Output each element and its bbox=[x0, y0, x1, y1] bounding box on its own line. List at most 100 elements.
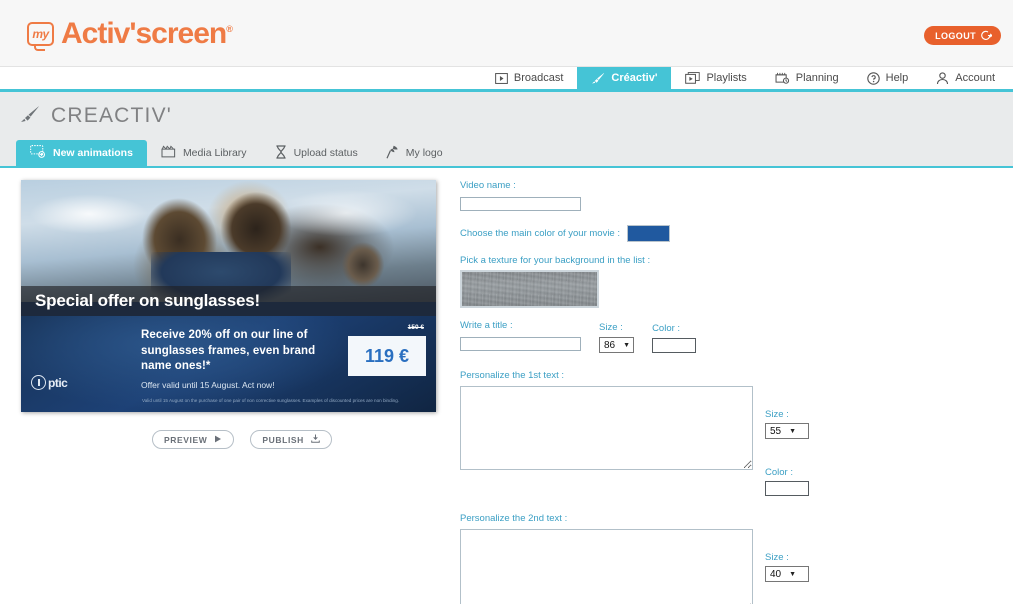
title-color-label: Color : bbox=[652, 323, 681, 334]
main-navigation: Broadcast Créactiv' Playlists Planning H… bbox=[0, 67, 1013, 92]
text2-size-value: 40 bbox=[770, 568, 782, 580]
title-label: Write a title : bbox=[460, 320, 513, 331]
title-input[interactable] bbox=[460, 336, 581, 351]
title-size-field: Size : 86 ▼ bbox=[599, 322, 635, 353]
preview-body: ptic Receive 20% off on our line of sung… bbox=[21, 316, 436, 412]
texture-swatch[interactable] bbox=[460, 270, 599, 308]
calendar-clock-icon bbox=[775, 72, 790, 84]
advertiser-logo-text: ptic bbox=[48, 375, 68, 390]
preview-button[interactable]: PREVIEW bbox=[152, 430, 235, 449]
nav-item-account[interactable]: Account bbox=[922, 67, 1009, 89]
text1-textarea[interactable] bbox=[460, 386, 753, 470]
nav-label: Planning bbox=[795, 72, 839, 84]
preview-column: Special offer on sunglasses! ptic Receiv… bbox=[0, 180, 452, 588]
publish-button[interactable]: PUBLISH bbox=[250, 430, 332, 449]
text1-label: Personalize the 1st text : bbox=[460, 370, 565, 381]
my-badge-icon: my bbox=[27, 22, 54, 51]
content-area: Special offer on sunglasses! ptic Receiv… bbox=[0, 168, 1013, 604]
title-group: Write a title : Size : 86 ▼ Color : bbox=[460, 320, 1013, 353]
text1-group: Personalize the 1st text : Size : 55 ▼ C… bbox=[460, 370, 1013, 496]
main-color-group: Choose the main color of your movie : bbox=[460, 225, 1013, 242]
nav-label: Account bbox=[955, 72, 995, 84]
text1-row: Size : 55 ▼ Color : bbox=[460, 386, 1013, 496]
sub-tab-my-logo[interactable]: My logo bbox=[372, 140, 457, 166]
preview-subtext: Receive 20% off on our line of sunglasse… bbox=[141, 329, 316, 373]
sub-tab-label: Upload status bbox=[293, 147, 358, 159]
page-title-band: CREACTIV' bbox=[0, 92, 1013, 140]
main-color-label: Choose the main color of your movie : bbox=[460, 228, 620, 239]
upload-tray-icon bbox=[311, 434, 320, 445]
page-title: CREACTIV' bbox=[51, 104, 172, 127]
hourglass-icon bbox=[275, 144, 287, 162]
nav-label: Créactiv' bbox=[611, 72, 658, 84]
chevron-down-icon: ▼ bbox=[623, 341, 631, 349]
preview-button-label: PREVIEW bbox=[164, 434, 208, 445]
preview-validity: Offer valid until 15 August. Act now! bbox=[141, 380, 275, 390]
sub-tab-new-animations[interactable]: New animations bbox=[16, 140, 147, 166]
form-column: Video name : Choose the main color of yo… bbox=[452, 180, 1013, 604]
texture-label: Pick a texture for your background in th… bbox=[460, 255, 651, 266]
logout-arrow-icon bbox=[981, 30, 992, 41]
app-logo[interactable]: my Activ'screen® bbox=[27, 17, 233, 51]
text1-side-controls: Size : 55 ▼ Color : bbox=[765, 386, 809, 496]
texture-group: Pick a texture for your background in th… bbox=[460, 255, 1013, 308]
text2-size-label: Size : bbox=[765, 552, 789, 563]
top-header: my Activ'screen® LOGOUT bbox=[0, 0, 1013, 67]
logout-button[interactable]: LOGOUT bbox=[924, 26, 1001, 45]
nav-item-creativ[interactable]: Créactiv' bbox=[577, 67, 672, 89]
text1-color-swatch[interactable] bbox=[765, 481, 809, 496]
sub-tab-upload-status[interactable]: Upload status bbox=[261, 140, 372, 166]
text1-size-value: 55 bbox=[770, 425, 782, 437]
text1-color-label: Color : bbox=[765, 467, 793, 478]
playlist-screens-icon bbox=[685, 72, 701, 84]
nav-item-planning[interactable]: Planning bbox=[761, 67, 853, 89]
preview-photo bbox=[21, 180, 436, 311]
nav-label: Playlists bbox=[706, 72, 747, 84]
title-color-swatch[interactable] bbox=[652, 338, 697, 353]
user-icon bbox=[936, 71, 949, 85]
text2-size-select[interactable]: 40 ▼ bbox=[765, 566, 809, 582]
sub-tab-media-library[interactable]: Media Library bbox=[147, 140, 261, 166]
video-name-group: Video name : bbox=[460, 180, 1013, 213]
logout-label: LOGOUT bbox=[935, 30, 976, 41]
nav-item-playlists[interactable]: Playlists bbox=[671, 67, 760, 89]
film-clapper-icon bbox=[161, 145, 176, 161]
video-name-label: Video name : bbox=[460, 180, 516, 191]
title-size-select[interactable]: 86 ▼ bbox=[599, 337, 635, 353]
text2-textarea[interactable] bbox=[460, 529, 753, 604]
preview-actions: PREVIEW PUBLISH bbox=[21, 430, 452, 449]
text2-label: Personalize the 2nd text : bbox=[460, 513, 568, 524]
registered-mark: ® bbox=[226, 24, 233, 34]
title-color-field: Color : bbox=[652, 323, 697, 353]
animation-preview[interactable]: Special offer on sunglasses! ptic Receiv… bbox=[21, 180, 436, 412]
paintbrush-icon bbox=[591, 72, 605, 84]
pin-logo-icon bbox=[386, 145, 399, 162]
chevron-down-icon: ▼ bbox=[789, 570, 797, 578]
my-badge-text: my bbox=[32, 27, 49, 41]
preview-headline-band: Special offer on sunglasses! bbox=[21, 286, 436, 316]
sub-tabs: New animations Media Library Upload stat… bbox=[0, 140, 1013, 168]
title-size-value: 86 bbox=[604, 339, 616, 351]
preview-headline: Special offer on sunglasses! bbox=[35, 291, 260, 310]
nav-item-help[interactable]: Help bbox=[853, 67, 923, 89]
sub-tab-label: New animations bbox=[53, 147, 133, 159]
preview-old-price: 150 € bbox=[407, 324, 424, 331]
title-size-label: Size : bbox=[599, 322, 623, 333]
video-name-input[interactable] bbox=[460, 196, 581, 211]
broadcast-screen-icon bbox=[495, 72, 508, 84]
sub-tab-label: My logo bbox=[405, 147, 443, 159]
text2-side-controls: Size : 40 ▼ Color : bbox=[765, 529, 809, 604]
nav-label: Help bbox=[885, 72, 909, 84]
main-color-swatch[interactable] bbox=[627, 225, 670, 242]
advertiser-logo: ptic bbox=[31, 375, 68, 390]
text1-size-label: Size : bbox=[765, 409, 789, 420]
chevron-down-icon: ▼ bbox=[789, 427, 797, 435]
nav-item-broadcast[interactable]: Broadcast bbox=[481, 67, 578, 89]
text1-size-select[interactable]: 55 ▼ bbox=[765, 423, 809, 439]
preview-new-price: 119 € bbox=[348, 336, 426, 376]
publish-button-label: PUBLISH bbox=[262, 434, 304, 445]
text2-row: Size : 40 ▼ Color : bbox=[460, 529, 1013, 604]
new-animation-icon bbox=[30, 145, 46, 161]
